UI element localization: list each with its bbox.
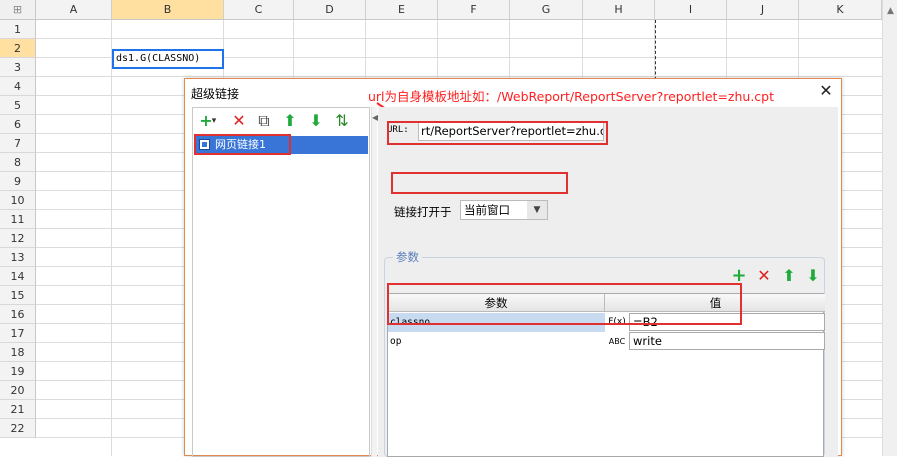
params-table-header: 参数 值 xyxy=(388,294,825,312)
table-row[interactable]: classno F(x) =B2 xyxy=(388,313,825,332)
grid-column-line xyxy=(111,20,112,456)
vertical-scrollbar[interactable]: ▲ xyxy=(882,0,897,456)
row-header-12[interactable]: 12 xyxy=(0,229,36,248)
move-down-button[interactable]: ⬇ xyxy=(306,111,326,131)
sort-button[interactable]: ⇅ xyxy=(332,111,352,131)
row-header-6[interactable]: 6 xyxy=(0,115,36,134)
param-name-cell[interactable]: op xyxy=(388,332,605,351)
params-table: 参数 值 classno F(x) =B2 op ABC write xyxy=(387,293,825,457)
grid-row-line xyxy=(36,76,882,77)
param-value-input[interactable]: write xyxy=(629,332,825,350)
row-header-11[interactable]: 11 xyxy=(0,210,36,229)
add-dropdown-icon[interactable]: ▾ xyxy=(209,111,219,131)
panel-splitter[interactable]: ◀ xyxy=(371,107,378,457)
copy-link-button[interactable]: ⧉ xyxy=(254,111,274,131)
url-label: URL: xyxy=(387,125,409,135)
param-up-button[interactable]: ⬆ xyxy=(779,266,799,286)
open-in-label: 链接打开于 xyxy=(394,205,452,219)
row-header-2[interactable]: 2 xyxy=(0,39,36,58)
row-header-16[interactable]: 16 xyxy=(0,305,36,324)
text-type-icon[interactable]: ABC xyxy=(606,332,628,351)
param-value-input[interactable]: =B2 xyxy=(629,313,825,331)
row-header-5[interactable]: 5 xyxy=(0,96,36,115)
chevron-down-icon[interactable]: ▼ xyxy=(527,201,547,219)
cell-b2[interactable]: ds1.G(CLASSNO) xyxy=(112,49,224,69)
header-param-name: 参数 xyxy=(388,294,605,312)
close-button[interactable]: ✕ xyxy=(817,82,835,100)
row-header-9[interactable]: 9 xyxy=(0,172,36,191)
delete-link-button[interactable]: ✕ xyxy=(229,111,249,131)
column-header-k[interactable]: K xyxy=(799,0,882,20)
column-header-e[interactable]: E xyxy=(366,0,438,20)
row-header-17[interactable]: 17 xyxy=(0,324,36,343)
open-in-select[interactable]: 当前窗口 ▼ xyxy=(460,200,548,220)
add-param-button[interactable]: + xyxy=(729,266,749,286)
row-header-1[interactable]: 1 xyxy=(0,20,36,39)
list-item-web-link[interactable]: 网页链接1 xyxy=(195,136,368,154)
header-param-value: 值 xyxy=(709,296,722,310)
column-header-j[interactable]: J xyxy=(727,0,799,20)
params-group: 参数 + ✕ ⬆ ⬇ 参数 值 classno F(x) =B2 op ABC … xyxy=(384,249,825,457)
delete-param-button[interactable]: ✕ xyxy=(754,266,774,286)
column-header-f[interactable]: F xyxy=(438,0,510,20)
hyperlink-dialog: 超级链接 ✕ url为自身模板地址如：/WebReport/ReportServ… xyxy=(184,78,842,457)
column-header-h[interactable]: H xyxy=(583,0,655,20)
column-header-g[interactable]: G xyxy=(510,0,583,20)
open-in-value: 当前窗口 xyxy=(464,203,510,217)
row-header-8[interactable]: 8 xyxy=(0,153,36,172)
column-header-b[interactable]: B xyxy=(112,0,224,20)
row-header-21[interactable]: 21 xyxy=(0,400,36,419)
row-header-13[interactable]: 13 xyxy=(0,248,36,267)
param-down-button[interactable]: ⬇ xyxy=(803,266,823,286)
dialog-title: 超级链接 xyxy=(191,87,240,101)
column-header-c[interactable]: C xyxy=(224,0,294,20)
row-header-18[interactable]: 18 xyxy=(0,343,36,362)
move-up-button[interactable]: ⬆ xyxy=(280,111,300,131)
table-row[interactable]: op ABC write xyxy=(388,332,825,351)
web-link-icon xyxy=(199,139,210,150)
url-input[interactable]: rt/ReportServer?reportlet=zhu.cpt xyxy=(418,121,604,141)
select-all-corner[interactable]: ⊞ xyxy=(0,0,36,20)
row-header-14[interactable]: 14 xyxy=(0,267,36,286)
row-header-7[interactable]: 7 xyxy=(0,134,36,153)
param-name-cell[interactable]: classno xyxy=(388,313,605,332)
row-header-10[interactable]: 10 xyxy=(0,191,36,210)
formula-type-icon[interactable]: F(x) xyxy=(606,313,628,332)
row-header-20[interactable]: 20 xyxy=(0,381,36,400)
link-toolbar: + ▾ ✕ ⧉ ⬆ ⬇ ⇅ xyxy=(193,108,369,134)
scroll-up-icon[interactable]: ▲ xyxy=(883,4,897,18)
grid-row-line xyxy=(36,38,882,39)
column-header-i[interactable]: I xyxy=(655,0,727,20)
row-header-4[interactable]: 4 xyxy=(0,77,36,96)
link-list-panel: + ▾ ✕ ⧉ ⬆ ⬇ ⇅ 网页链接1 xyxy=(192,107,370,457)
params-legend: 参数 xyxy=(393,249,422,265)
list-item-label: 网页链接1 xyxy=(215,138,266,151)
column-header-a[interactable]: A xyxy=(36,0,112,20)
row-header-3[interactable]: 3 xyxy=(0,58,36,77)
row-header-15[interactable]: 15 xyxy=(0,286,36,305)
column-header-d[interactable]: D xyxy=(294,0,366,20)
annotation-text: url为自身模板地址如：/WebReport/ReportServer?repo… xyxy=(368,89,775,104)
row-header-22[interactable]: 22 xyxy=(0,419,36,438)
row-header-19[interactable]: 19 xyxy=(0,362,36,381)
link-settings-panel: URL: rt/ReportServer?reportlet=zhu.cpt 链… xyxy=(378,107,838,457)
